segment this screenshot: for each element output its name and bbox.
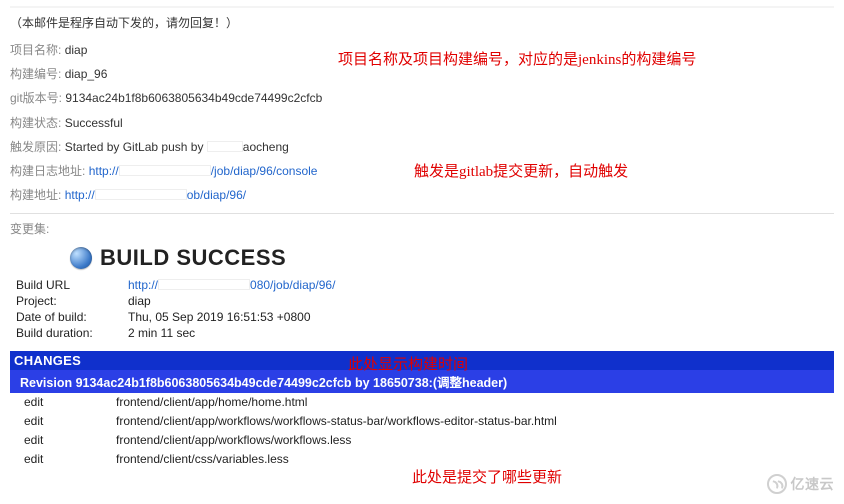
revision-msg: (调整header) bbox=[433, 376, 507, 390]
value-trigger-cause-post: aocheng bbox=[243, 140, 289, 154]
meta-date-label: Date of build: bbox=[16, 309, 128, 325]
label-build-number: 构建编号: bbox=[10, 67, 61, 81]
meta-project-value: diap bbox=[128, 293, 341, 309]
table-row: editfrontend/client/css/variables.less bbox=[10, 450, 834, 469]
label-changeset: 变更集: bbox=[10, 222, 49, 236]
meta-duration-label: Build duration: bbox=[16, 325, 128, 341]
table-row: Build URL http://080/job/diap/96/ bbox=[16, 277, 341, 293]
row-project-name: 项目名称: diap bbox=[10, 41, 834, 60]
label-git-revision: git版本号: bbox=[10, 91, 62, 105]
link-meta-build-url[interactable]: http://080/job/diap/96/ bbox=[128, 278, 335, 292]
row-build-url: 构建地址: http://ob/diap/96/ bbox=[10, 186, 834, 205]
redacted-username bbox=[207, 141, 243, 152]
build-meta-table: Build URL http://080/job/diap/96/ Projec… bbox=[16, 277, 341, 341]
change-path: frontend/client/css/variables.less bbox=[110, 450, 834, 469]
change-action: edit bbox=[10, 412, 110, 431]
redacted-host bbox=[119, 165, 211, 176]
row-git-revision: git版本号: 9134ac24b1f8b6063805634b49cde744… bbox=[10, 89, 834, 108]
table-row: Date of build: Thu, 05 Sep 2019 16:51:53… bbox=[16, 309, 341, 325]
change-action: edit bbox=[10, 431, 110, 450]
link-build-addr[interactable]: http://ob/diap/96/ bbox=[65, 188, 246, 202]
change-action: edit bbox=[10, 393, 110, 412]
label-trigger-cause: 触发原因: bbox=[10, 140, 61, 154]
change-path: frontend/client/app/workflows/workflows.… bbox=[110, 431, 834, 450]
revision-author: 18650738: bbox=[373, 376, 433, 390]
meta-date-value: Thu, 05 Sep 2019 16:51:53 +0800 bbox=[128, 309, 341, 325]
annotation-changes: 此处是提交了哪些更新 bbox=[412, 468, 562, 490]
auto-email-notice: （本邮件是程序自动下发的，请勿回复！） bbox=[10, 14, 834, 31]
watermark-icon bbox=[767, 474, 787, 494]
change-path: frontend/client/app/home/home.html bbox=[110, 393, 834, 412]
table-row: Project: diap bbox=[16, 293, 341, 309]
redacted-host bbox=[158, 279, 250, 290]
link-build-log[interactable]: http:///job/diap/96/console bbox=[89, 164, 318, 178]
row-build-status: 构建状态: Successful bbox=[10, 114, 834, 133]
table-row: editfrontend/client/app/workflows/workfl… bbox=[10, 431, 834, 450]
build-success-title: BUILD SUCCESS bbox=[100, 245, 286, 271]
changes-section-header: CHANGES bbox=[10, 351, 834, 370]
value-git-revision: 9134ac24b1f8b6063805634b49cde74499c2cfcb bbox=[65, 91, 322, 105]
table-row: Build duration: 2 min 11 sec bbox=[16, 325, 341, 341]
meta-build-url-label: Build URL bbox=[16, 277, 128, 293]
label-build-status: 构建状态: bbox=[10, 116, 61, 130]
blue-ball-icon bbox=[70, 247, 92, 269]
label-build-url: 构建地址: bbox=[10, 188, 61, 202]
change-action: edit bbox=[10, 450, 110, 469]
changes-table: editfrontend/client/app/home/home.htmled… bbox=[10, 393, 834, 469]
row-build-log-url: 构建日志地址: http:///job/diap/96/console bbox=[10, 162, 834, 181]
value-build-status: Successful bbox=[65, 116, 123, 130]
value-trigger-cause-pre: Started by GitLab push by bbox=[65, 140, 204, 154]
value-project-name: diap bbox=[65, 43, 88, 57]
label-build-log-url: 构建日志地址: bbox=[10, 164, 85, 178]
redacted-host bbox=[95, 189, 187, 200]
divider-line bbox=[10, 213, 834, 214]
watermark: 亿速云 bbox=[767, 474, 835, 494]
table-row: editfrontend/client/app/home/home.html bbox=[10, 393, 834, 412]
row-build-number: 构建编号: diap_96 bbox=[10, 65, 834, 84]
label-project-name: 项目名称: bbox=[10, 43, 61, 57]
watermark-text: 亿速云 bbox=[791, 474, 835, 494]
build-success-header: BUILD SUCCESS bbox=[70, 245, 834, 271]
table-row: editfrontend/client/app/workflows/workfl… bbox=[10, 412, 834, 431]
value-build-number: diap_96 bbox=[65, 67, 108, 81]
meta-duration-value: 2 min 11 sec bbox=[128, 325, 341, 341]
change-path: frontend/client/app/workflows/workflows-… bbox=[110, 412, 834, 431]
row-trigger-cause: 触发原因: Started by GitLab push by aocheng bbox=[10, 138, 834, 157]
meta-project-label: Project: bbox=[16, 293, 128, 309]
revision-row: Revision 9134ac24b1f8b6063805634b49cde74… bbox=[10, 370, 834, 393]
revision-hash: 9134ac24b1f8b6063805634b49cde74499c2cfcb bbox=[76, 376, 352, 390]
